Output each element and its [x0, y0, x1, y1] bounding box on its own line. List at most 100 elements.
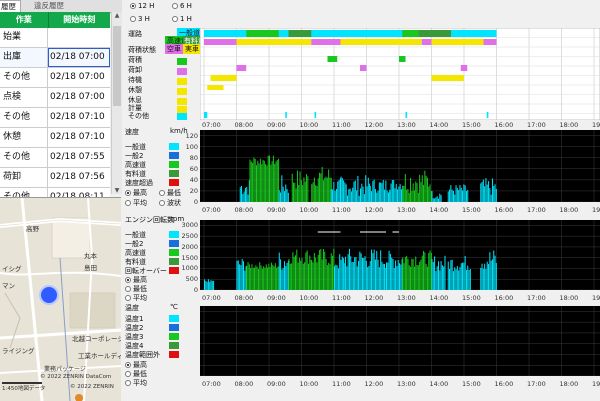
data-spike — [206, 281, 208, 290]
legend-empty: 空車 — [165, 44, 183, 54]
tab-history[interactable]: 履歴 — [0, 0, 21, 12]
table-row[interactable]: 荷卸 02/18 07:56 — [0, 168, 110, 188]
data-spike — [275, 161, 277, 202]
data-spike — [336, 265, 338, 290]
y-tick-label: 120 — [185, 131, 198, 140]
data-spike — [389, 253, 391, 290]
map-view[interactable]: 高野 北越コーポレーション 工業ホールディン イシグ マン 丸本 島田 ライジン… — [0, 197, 121, 401]
table-scrollbar[interactable]: ▲ ▼ — [111, 12, 122, 194]
data-spike — [363, 194, 365, 202]
radio-dot-icon — [159, 200, 165, 206]
data-spike — [269, 155, 270, 202]
time-tick-label: 17:00 — [527, 294, 546, 302]
table-row[interactable]: その他 02/18 07:00 — [0, 68, 110, 88]
data-spike — [390, 183, 392, 202]
data-spike — [313, 252, 315, 290]
map-scale-label: 1:450地図データ — [2, 386, 46, 392]
data-spike — [371, 249, 373, 290]
temp-unit: ℃ — [170, 303, 178, 311]
time-tick-label: 09:00 — [267, 206, 286, 214]
table-row[interactable]: その他 02/18 07:10 — [0, 108, 110, 128]
status-bar — [327, 56, 338, 62]
legend-loaded: 実車 — [183, 44, 201, 54]
data-spike — [307, 176, 309, 202]
swatch-weighing — [177, 106, 187, 113]
data-spike — [482, 179, 484, 202]
data-spike — [253, 157, 255, 202]
time-tick-label: 18:00 — [559, 206, 579, 214]
radio-3h[interactable]: 3 H — [130, 15, 150, 23]
data-spike — [458, 190, 460, 202]
data-spike — [296, 249, 298, 290]
data-spike — [334, 266, 335, 290]
data-spike — [440, 261, 442, 290]
status-bar — [405, 112, 408, 118]
table-row[interactable]: 出庫 02/18 07:00 — [0, 48, 110, 68]
data-spike — [244, 270, 246, 290]
data-spike — [451, 259, 453, 290]
table-row[interactable]: 点検 02/18 07:00 — [0, 88, 110, 108]
data-spike — [301, 257, 303, 290]
data-spike — [347, 195, 348, 202]
data-spike — [286, 262, 288, 290]
scroll-thumb[interactable] — [113, 26, 121, 106]
data-spike — [292, 252, 294, 290]
swatch-waiting — [177, 78, 187, 85]
header-work[interactable]: 作業 — [0, 12, 49, 28]
radio-12h[interactable]: 12 H — [130, 2, 154, 10]
scroll-up-icon[interactable]: ▲ — [112, 12, 122, 19]
data-spike — [352, 261, 354, 290]
data-spike — [399, 184, 401, 202]
data-spike — [300, 180, 302, 202]
data-spike — [282, 267, 284, 290]
header-start-time[interactable]: 開始時刻 — [49, 12, 110, 28]
data-spike — [355, 257, 357, 290]
data-spike — [244, 188, 246, 202]
speed-radio-avg[interactable]: 平均 — [125, 198, 147, 208]
radio-dot-icon — [172, 16, 178, 22]
data-spike — [368, 266, 370, 290]
status-bar — [431, 39, 484, 45]
data-spike — [462, 262, 464, 290]
data-spike — [417, 192, 419, 202]
data-spike — [484, 186, 486, 202]
data-spike — [346, 266, 348, 290]
table-row[interactable]: 始業 — [0, 28, 110, 48]
table-row[interactable]: その他 02/18 07:55 — [0, 148, 110, 168]
data-spike — [289, 263, 291, 290]
tab-violation-history[interactable]: 違反履歴 — [30, 0, 68, 11]
row-start-time: 02/18 07:00 — [50, 72, 105, 82]
radio-6h[interactable]: 6 H — [172, 2, 192, 10]
data-spike — [280, 192, 282, 202]
row-work: その他 — [0, 148, 48, 167]
data-spike — [482, 268, 484, 290]
data-spike — [317, 178, 319, 202]
time-tick-label: 16:00 — [494, 380, 514, 388]
activity-table: 作業 開始時刻 始業 出庫 02/18 07:00 その他 02/18 07:00 点検 0… — [0, 12, 110, 208]
rpm-radio-avg[interactable]: 平均 — [125, 293, 147, 303]
data-spike — [328, 262, 330, 290]
speed-radio-max[interactable]: 最高 — [125, 188, 147, 198]
radio-dot-icon — [125, 277, 131, 283]
y-tick-label: 3000 — [181, 221, 198, 230]
map-label: 丸本 — [84, 252, 97, 260]
data-spike — [488, 264, 490, 290]
radio-dot-icon — [130, 3, 136, 9]
scroll-down-icon[interactable]: ▼ — [112, 187, 122, 194]
data-spike — [312, 262, 314, 290]
radio-1h[interactable]: 1 H — [172, 15, 192, 23]
radio-dot-icon — [125, 295, 131, 301]
data-spike — [435, 197, 437, 202]
table-row[interactable]: 休憩 02/18 07:10 — [0, 128, 110, 148]
radio-dot-icon — [130, 16, 136, 22]
vehicle-position-icon[interactable] — [39, 285, 59, 305]
data-spike — [386, 190, 388, 202]
swatch-red — [169, 351, 179, 358]
swatch-green — [169, 333, 179, 340]
temp-radio-avg[interactable]: 平均 — [125, 378, 147, 388]
data-spike — [373, 179, 375, 202]
data-spike — [385, 180, 387, 202]
data-spike — [256, 165, 257, 202]
time-tick-label: 08:00 — [234, 121, 254, 129]
data-spike — [350, 191, 352, 202]
